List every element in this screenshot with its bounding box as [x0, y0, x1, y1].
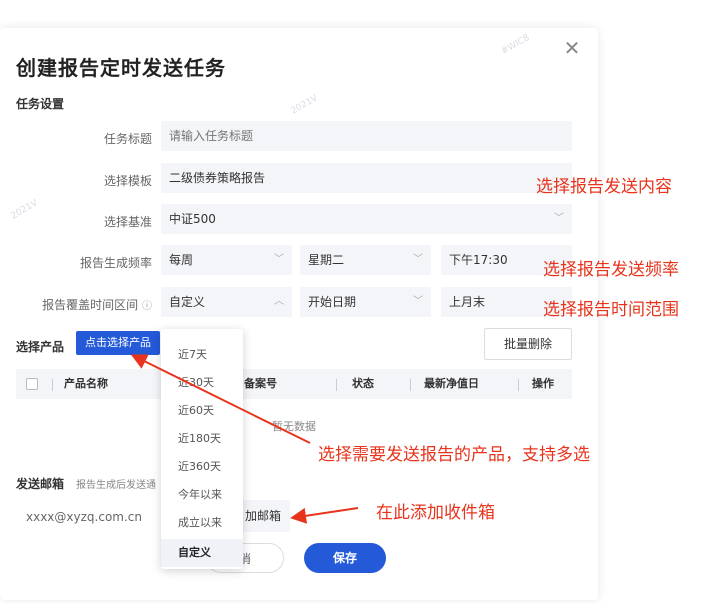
arrow-to-email [290, 507, 359, 524]
annotation-arrows [130, 354, 359, 524]
arrow-to-products [130, 354, 311, 444]
